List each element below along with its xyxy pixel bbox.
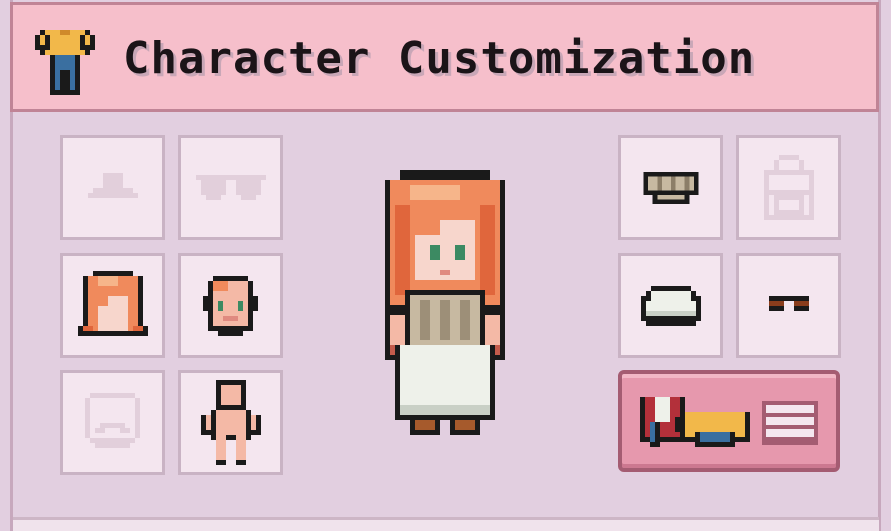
slot-top[interactable] (618, 135, 723, 240)
slot-shoes[interactable] (736, 253, 841, 358)
wardrobe-icon (640, 392, 750, 456)
top-icon (641, 171, 701, 204)
face-icon (203, 275, 258, 336)
slot-glasses[interactable] (178, 135, 283, 240)
slot-dress[interactable] (618, 253, 723, 358)
hat-icon (87, 168, 138, 208)
slot-hair[interactable] (60, 253, 165, 358)
glasses-icon (195, 175, 266, 200)
slot-body[interactable] (178, 370, 283, 475)
footer-bar (13, 517, 879, 531)
shirt-pants-icon (35, 25, 95, 95)
window-title: Character Customization (123, 33, 756, 84)
title-bar: Character Customization (10, 2, 879, 112)
shoes-icon (768, 295, 809, 316)
wardrobe-button[interactable] (618, 370, 840, 472)
backpack-icon (759, 155, 819, 220)
beard-icon (80, 392, 145, 453)
slot-backpack[interactable] (736, 135, 841, 240)
dress-icon (640, 285, 701, 326)
slot-beard[interactable] (60, 370, 165, 475)
slot-hat[interactable] (60, 135, 165, 240)
list-icon (762, 400, 818, 450)
hair-icon (73, 266, 153, 346)
body-icon (200, 380, 261, 465)
slot-face[interactable] (178, 253, 283, 358)
character-preview (360, 165, 530, 445)
